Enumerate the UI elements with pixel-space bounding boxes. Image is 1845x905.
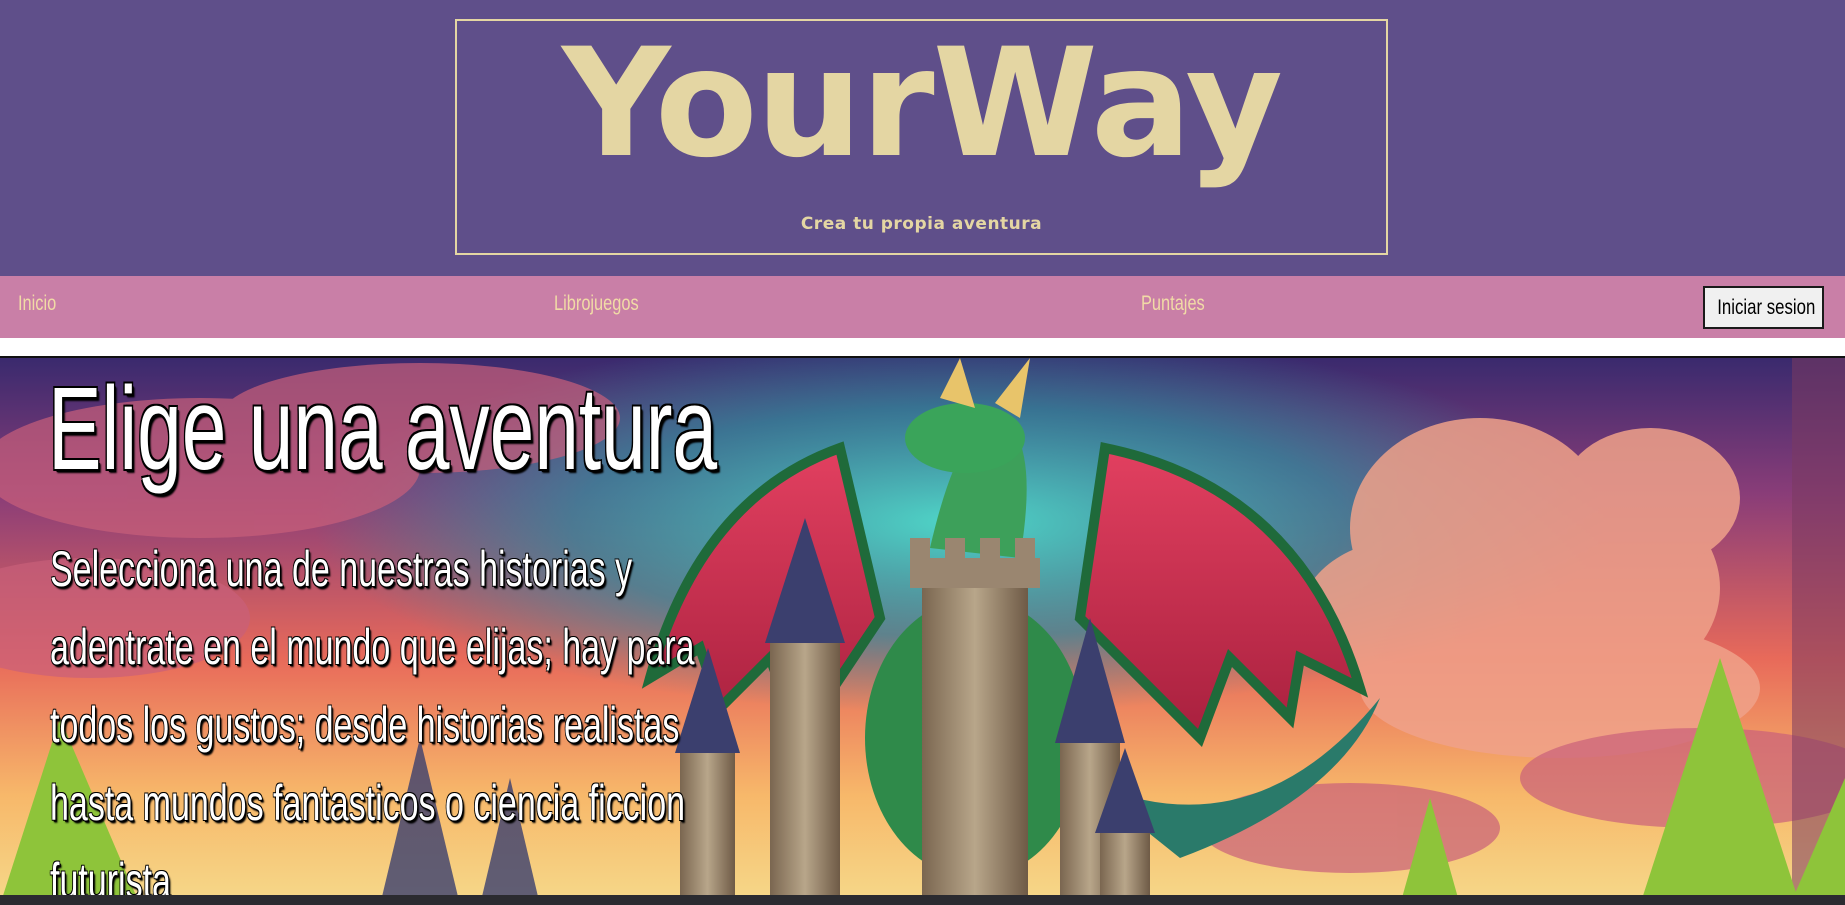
nav-link-librojuegos[interactable]: Librojuegos (554, 276, 639, 338)
logo-box: YourWay Crea tu propia aventura (455, 19, 1388, 255)
login-button[interactable]: Iniciar sesion (1703, 286, 1824, 329)
site-tagline: Crea tu propia aventura (800, 214, 1043, 234)
main-nav: Inicio Librojuegos Puntajes Iniciar sesi… (0, 276, 1845, 338)
nav-spacer (0, 338, 1845, 356)
nav-link-inicio[interactable]: Inicio (18, 276, 56, 338)
hero-title: Elige una aventura (48, 363, 718, 495)
nav-link-puntajes[interactable]: Puntajes (1141, 276, 1205, 338)
hero-description: Selecciona una de nuestras historias y a… (50, 541, 695, 905)
taskbar (0, 895, 1845, 905)
login-button-label: Iniciar sesion (1717, 295, 1816, 319)
site-logo: YourWay (561, 17, 1283, 191)
site-header: YourWay Crea tu propia aventura (0, 0, 1845, 276)
hero-section: Elige una aventura Selecciona una de nue… (0, 356, 1845, 905)
